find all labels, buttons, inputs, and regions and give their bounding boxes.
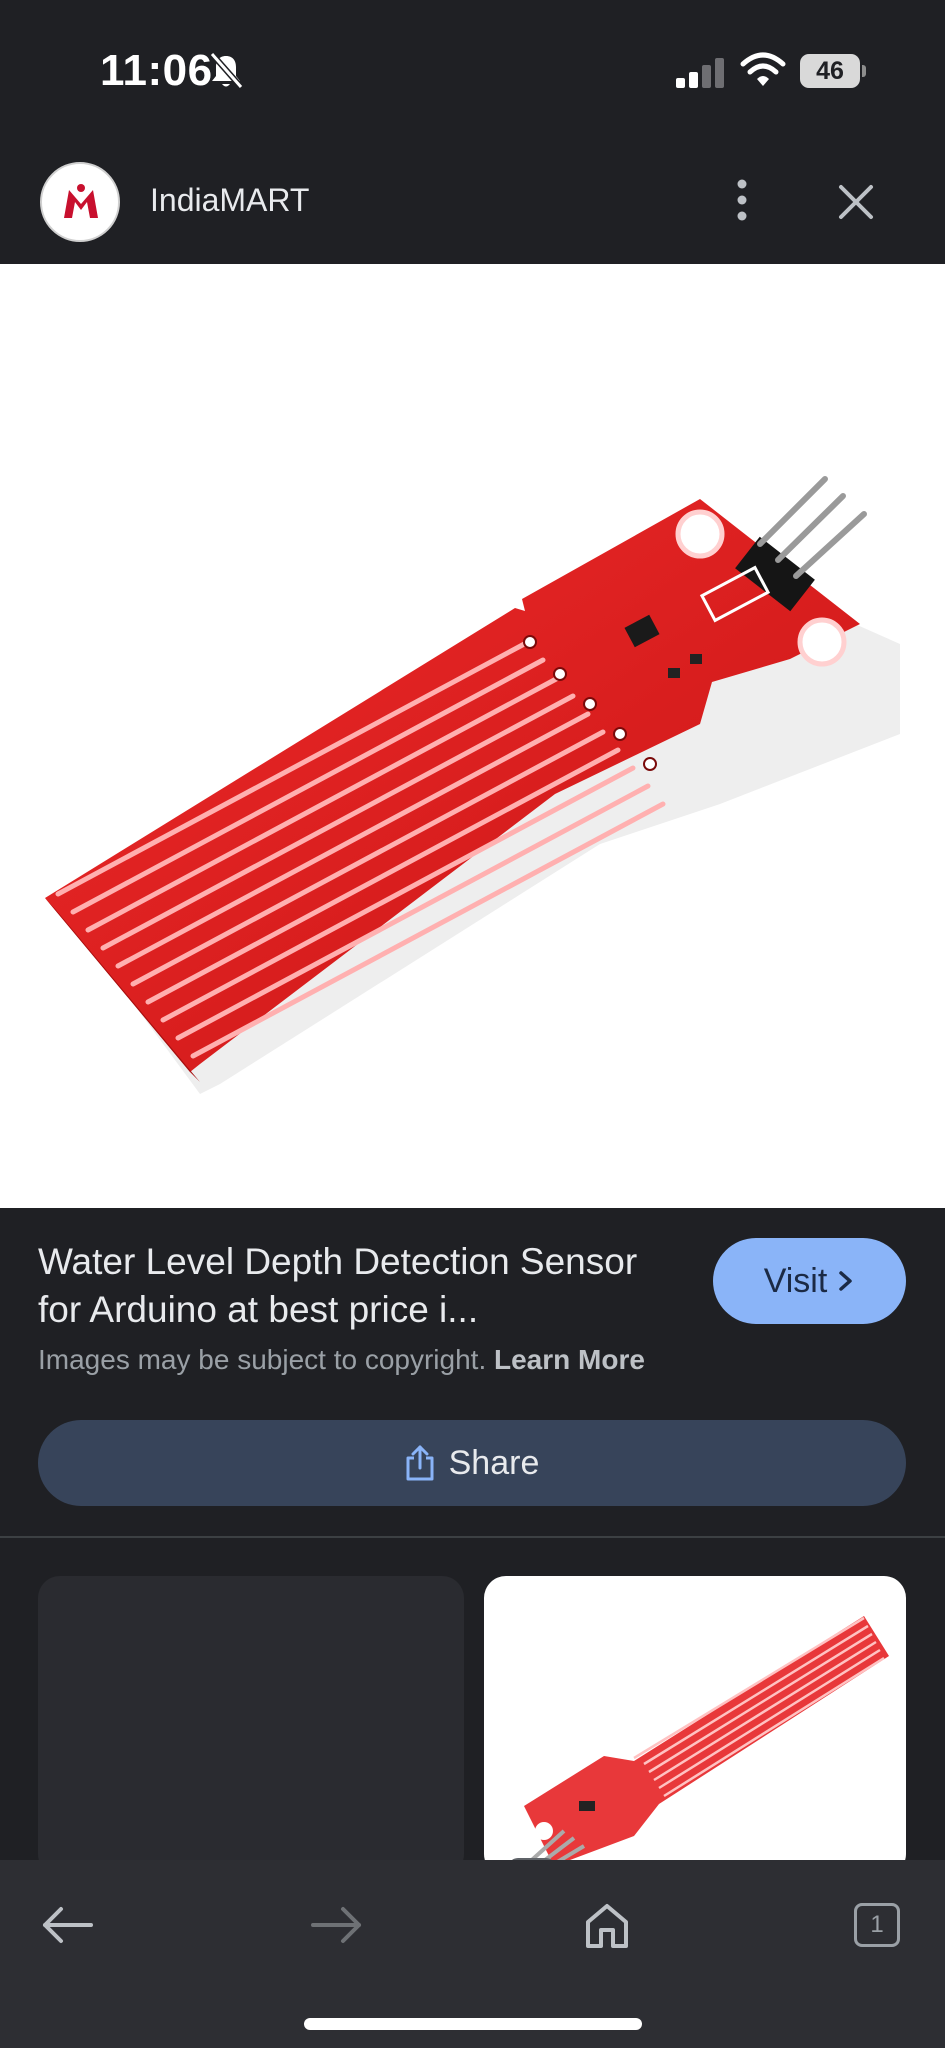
tabs-button[interactable]: 1 (842, 1890, 912, 1960)
forward-button[interactable] (302, 1890, 372, 1960)
chevron-right-icon (839, 1271, 853, 1291)
product-image[interactable] (0, 264, 945, 1208)
site-name[interactable]: IndiaMART (150, 182, 309, 219)
related-sensor-thumbnail (524, 1616, 889, 1860)
more-vertical-icon[interactable] (726, 176, 758, 224)
indiamart-logo-icon (64, 184, 98, 218)
visit-label: Visit (763, 1261, 828, 1300)
status-bar: 11:06 46 (0, 0, 945, 140)
close-icon[interactable] (836, 182, 876, 222)
back-button[interactable] (32, 1890, 102, 1960)
result-title[interactable]: Water Level Depth Detection Sensor for A… (38, 1238, 678, 1334)
site-logo[interactable] (40, 162, 120, 242)
signal-icon (676, 58, 724, 88)
home-indicator (304, 2018, 642, 2030)
status-time: 11:06 (100, 46, 213, 95)
copyright-notice: Images may be subject to copyright. Lear… (38, 1344, 645, 1376)
battery-tip (862, 65, 866, 77)
home-button[interactable] (572, 1890, 642, 1960)
bell-off-icon (209, 52, 244, 89)
related-images (0, 1538, 945, 1860)
related-image-placeholder[interactable] (38, 1576, 464, 1860)
wifi-icon (740, 52, 786, 86)
water-sensor-illustration (45, 476, 900, 1094)
tabs-icon: 1 (854, 1903, 900, 1947)
battery-indicator: 46 (800, 54, 866, 88)
browser-top-bar: IndiaMART (0, 140, 945, 264)
share-label: Share (448, 1443, 540, 1482)
visit-button[interactable]: Visit (713, 1238, 906, 1324)
share-button[interactable]: Share (38, 1420, 906, 1506)
copyright-text: Images may be subject to copyright. (38, 1344, 487, 1375)
back-arrow-icon (43, 1907, 93, 1943)
related-image-sensor[interactable] (484, 1576, 906, 1860)
share-icon (406, 1445, 434, 1481)
result-info: Water Level Depth Detection Sensor for A… (0, 1208, 945, 1538)
forward-arrow-icon (311, 1907, 361, 1943)
battery-level: 46 (800, 54, 860, 88)
bottom-navigation: 1 (0, 1860, 945, 2048)
learn-more-link[interactable]: Learn More (494, 1344, 645, 1375)
home-icon (586, 1904, 628, 1948)
